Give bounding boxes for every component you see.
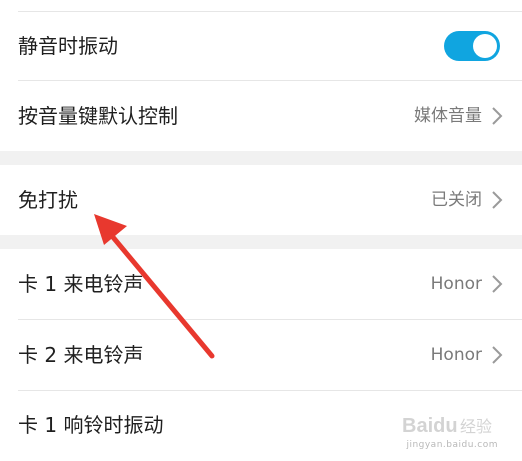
baidu-watermark-logo-icon: Baidu 经验 xyxy=(402,415,492,437)
svg-text:经验: 经验 xyxy=(460,417,492,436)
watermark-subtext: jingyan.baidu.com xyxy=(406,440,498,450)
annotation-arrow-icon xyxy=(94,214,215,359)
svg-text:Baidu: Baidu xyxy=(402,415,458,437)
